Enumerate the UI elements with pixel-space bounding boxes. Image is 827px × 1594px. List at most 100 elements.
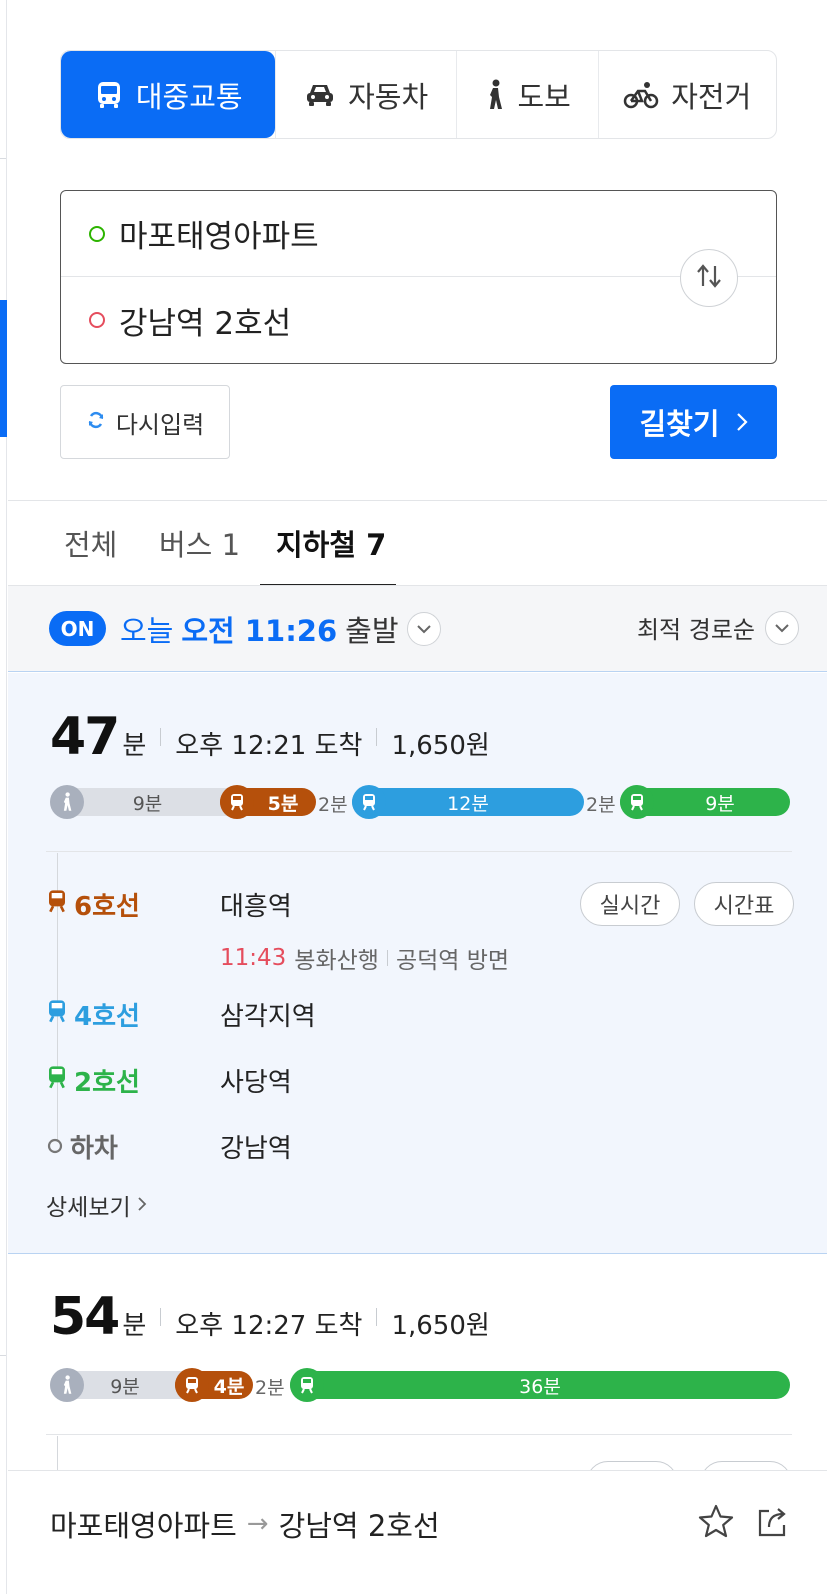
start-field[interactable]: 마포태영아파트: [61, 191, 776, 277]
end-value: 강남역 2호선: [119, 305, 292, 342]
subway-icon: [175, 1368, 209, 1402]
swap-arrows-icon: [694, 262, 724, 294]
tab-bicycle[interactable]: 자전거: [597, 51, 777, 138]
rail-active-indicator: [0, 300, 7, 437]
end-marker-icon: [89, 312, 105, 328]
separator: [160, 728, 162, 746]
start-value: 마포태영아파트: [119, 219, 319, 255]
next-train-info: 11:43 봉화산행 공덕역 방면: [220, 941, 509, 975]
tab-car[interactable]: 자동차: [275, 51, 456, 138]
step-line2: 2호선: [46, 1062, 140, 1099]
arrival-time: 오후 12:21 도착: [175, 731, 363, 761]
end-field[interactable]: 강남역 2호선: [61, 277, 776, 363]
detail-label: 상세보기: [46, 1195, 131, 1221]
arrival-time: 오후 12:27 도착: [175, 1311, 363, 1341]
mode-label: 도보: [517, 79, 571, 114]
alight-circle-icon: [46, 1132, 64, 1162]
route-summary: 54 분 오후 12:27 도착 1,650원: [50, 1287, 490, 1347]
route-card[interactable]: 54 분 오후 12:27 도착 1,650원 9분 4분 2분 36분: [8, 1255, 827, 1505]
transfer-wait: 2분: [318, 794, 348, 816]
departure-bar: ON 오늘 오전 11:26 출발 최적 경로순: [8, 586, 827, 672]
route-segment-bar: 9분 5분 2분 12분 2분 9분: [50, 785, 790, 819]
train-destination: 봉화산행: [294, 948, 379, 974]
step-station: 강남역: [220, 1134, 292, 1164]
tab-subway[interactable]: 지하철 7: [276, 522, 386, 564]
line-name: 6호선: [74, 892, 140, 922]
route-input-box: 마포태영아파트 강남역 2호선: [60, 190, 777, 364]
separator: [376, 728, 378, 746]
start-marker-icon: [89, 225, 105, 242]
mode-label: 자동차: [348, 79, 429, 114]
total-minutes: 54: [50, 1287, 120, 1347]
detail-link[interactable]: 상세보기: [46, 1188, 147, 1222]
mode-label: 대중교통: [135, 79, 243, 114]
departure-day: 오늘: [120, 614, 174, 648]
tab-all[interactable]: 전체: [64, 522, 117, 564]
chevron-down-icon: [765, 610, 799, 645]
share-icon: [755, 1508, 789, 1543]
step-station: 삼각지역: [220, 1002, 316, 1032]
minutes-unit: 분: [122, 731, 147, 761]
departure-suffix: 출발: [345, 614, 399, 648]
rail-divider: [0, 1355, 6, 1356]
walk-icon: [484, 79, 506, 111]
segment-label: 9분: [132, 792, 163, 815]
car-icon: [304, 81, 336, 109]
section-divider: [8, 500, 827, 501]
subway-icon: [46, 999, 68, 1030]
route-summary: 47 분 오후 12:21 도착 1,650원: [50, 707, 490, 767]
step-station: 대흥역: [220, 892, 292, 922]
card-divider: [46, 851, 792, 852]
route-footer: 마포태영아파트 → 강남역 2호선: [8, 1470, 827, 1594]
departure-time-selector[interactable]: 오늘 오전 11:26 출발: [120, 608, 441, 650]
footer-end: 강남역 2호선: [278, 1509, 440, 1543]
rail-divider: [0, 158, 6, 159]
fare: 1,650원: [391, 731, 490, 761]
sort-label: 최적 경로순: [636, 616, 755, 644]
refresh-icon: [86, 408, 106, 436]
transfer-wait: 2분: [255, 1377, 285, 1399]
separator: [386, 950, 388, 966]
chevron-down-icon: [406, 612, 441, 646]
chevron-right-icon: [736, 405, 748, 439]
walk-icon: [50, 1368, 84, 1402]
step-station: 사당역: [220, 1068, 292, 1098]
left-rail: [0, 0, 7, 1594]
segment-label: 9분: [110, 1375, 140, 1398]
bus-icon: [94, 80, 124, 110]
departure-time: 오전 11:26: [181, 614, 338, 648]
timetable-button[interactable]: 시간표: [694, 882, 794, 926]
line-name: 하차: [70, 1134, 118, 1164]
line2-segment: 36분: [290, 1371, 790, 1399]
tab-walk[interactable]: 도보: [455, 51, 598, 138]
find-route-button[interactable]: 길찾기: [610, 385, 777, 459]
fare: 1,650원: [391, 1311, 490, 1341]
card-divider: [46, 1434, 792, 1435]
chevron-right-icon: [137, 1192, 147, 1218]
reset-button[interactable]: 다시입력: [60, 385, 230, 459]
swap-route-button[interactable]: [680, 249, 738, 307]
tab-public-transit[interactable]: 대중교통: [61, 51, 276, 138]
tab-bus[interactable]: 버스 1: [159, 522, 240, 564]
subway-icon: [352, 785, 386, 819]
step-alight: 하차: [46, 1128, 118, 1165]
segment-label: 5분: [267, 792, 299, 815]
footer-start: 마포태영아파트: [50, 1509, 237, 1543]
mode-label: 자전거: [671, 79, 752, 114]
subway-icon: [46, 889, 68, 920]
footer-route-summary: 마포태영아파트 → 강남역 2호선: [50, 1503, 440, 1545]
route-card[interactable]: 47 분 오후 12:21 도착 1,650원 9분 5분 2분 12분 2분 …: [8, 673, 827, 1254]
step-line4: 4호선: [46, 996, 140, 1033]
on-badge[interactable]: ON: [49, 611, 106, 646]
train-direction: 공덕역 방면: [395, 948, 510, 974]
total-minutes: 47: [50, 707, 120, 767]
bicycle-icon: [623, 80, 659, 110]
search-label: 길찾기: [639, 407, 720, 441]
transfer-wait: 2분: [586, 794, 616, 816]
realtime-button[interactable]: 실시간: [580, 882, 680, 926]
route-segment-bar: 9분 4분 2분 36분: [50, 1368, 790, 1402]
share-button[interactable]: [755, 1505, 789, 1543]
sort-selector[interactable]: 최적 경로순: [637, 610, 799, 645]
favorite-button[interactable]: [697, 1503, 735, 1543]
separator: [160, 1308, 162, 1326]
